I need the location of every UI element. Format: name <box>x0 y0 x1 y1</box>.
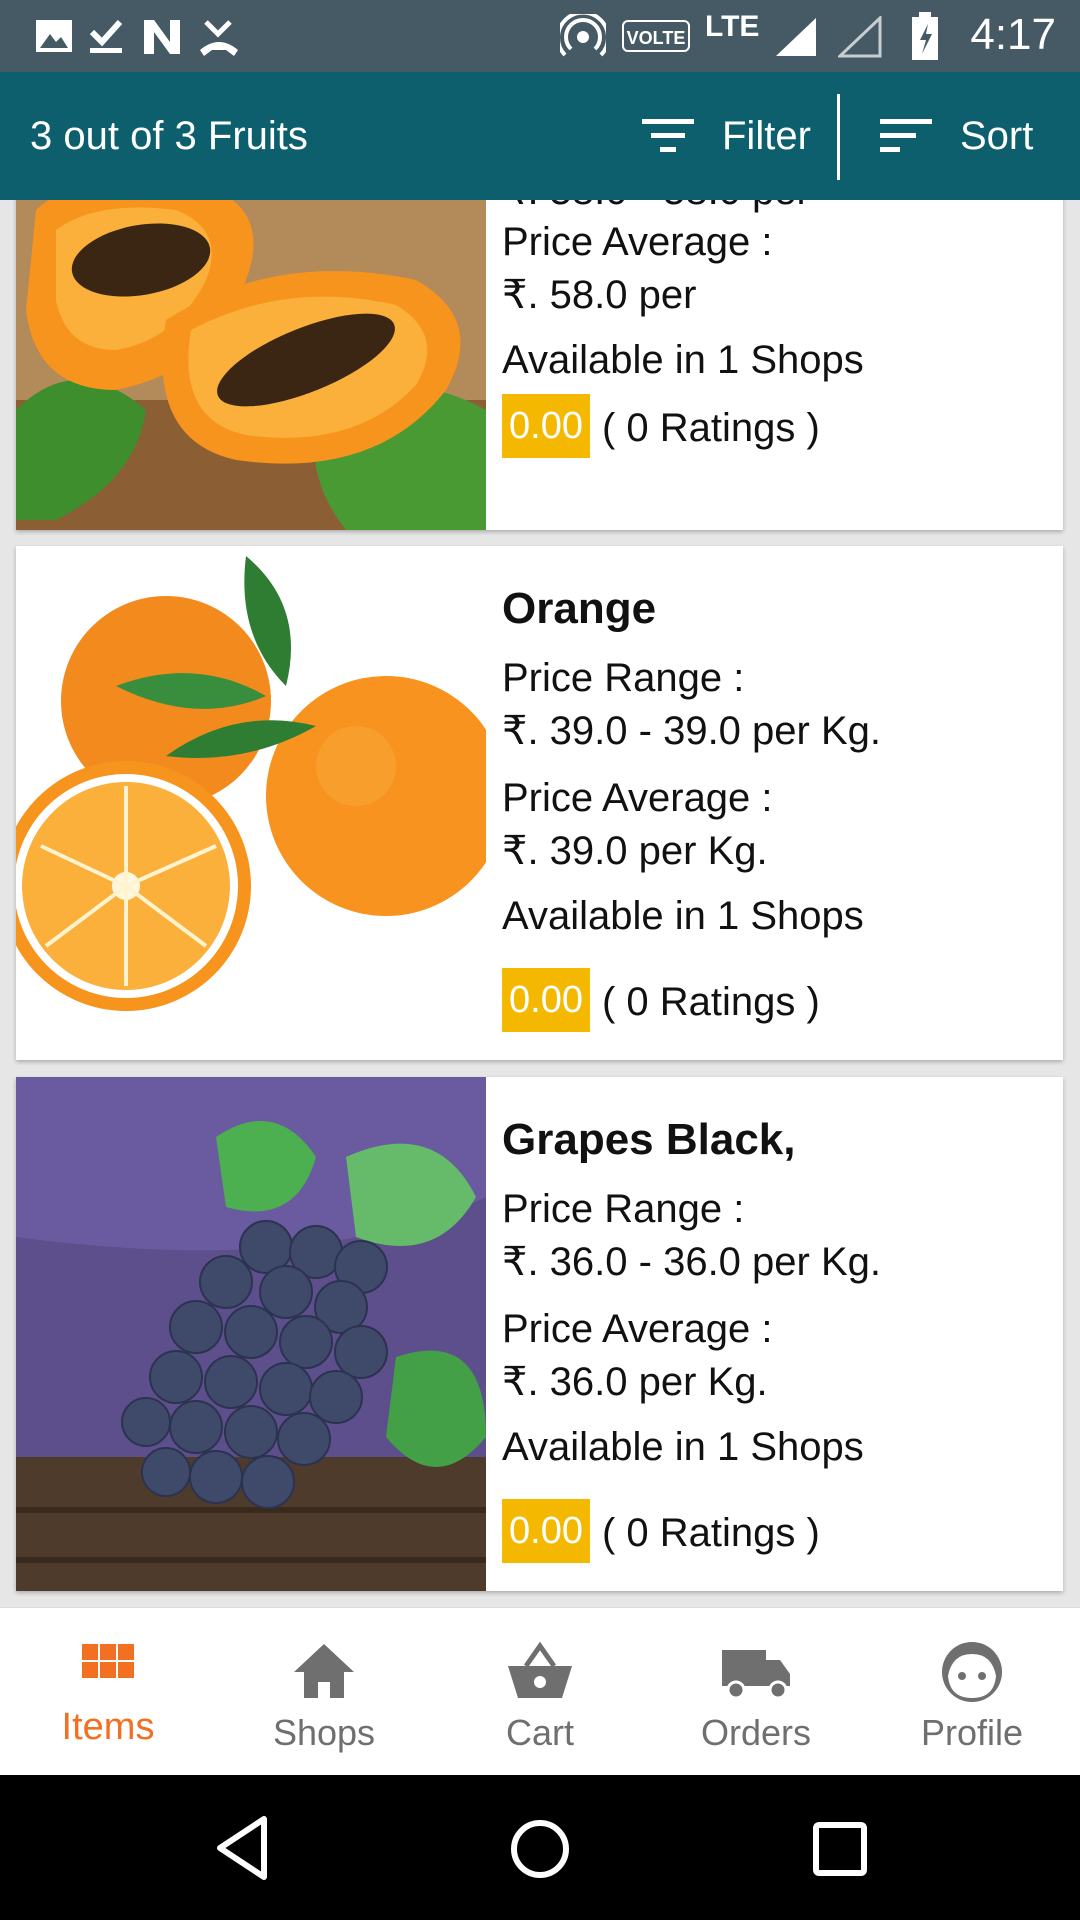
ratings-count: ( 0 Ratings ) <box>602 980 820 1024</box>
n-notification-icon <box>144 20 180 54</box>
rating-badge: 0.00 <box>502 1499 590 1563</box>
page-title: 3 out of 3 Fruits <box>30 114 308 158</box>
clock: 4:17 <box>970 10 1056 59</box>
image-icon <box>36 20 72 52</box>
availability-text: Available in 1 Shops <box>502 894 864 938</box>
price-average-value: ₹. 36.0 per Kg. <box>502 1360 768 1404</box>
grapes-image <box>16 1077 486 1591</box>
price-average-label: Price Average : <box>502 220 773 264</box>
status-bar: VOLTE LTE 4:17 <box>0 0 1080 72</box>
item-card-orange[interactable]: Orange Price Range : ₹. 39.0 - 39.0 per … <box>16 546 1063 1060</box>
item-list[interactable]: ₹. 58.0 - 58.0 per Price Average : ₹. 58… <box>0 200 1080 1605</box>
sort-label: Sort <box>960 113 1034 158</box>
papaya-image <box>16 200 486 530</box>
nav-label-items: Items <box>61 1706 155 1748</box>
back-icon[interactable] <box>212 1813 272 1883</box>
network-label: LTE <box>705 10 760 43</box>
signal-empty-icon <box>838 16 882 58</box>
ratings-count: ( 0 Ratings ) <box>602 406 820 450</box>
availability-text: Available in 1 Shops <box>502 1425 864 1469</box>
orange-image <box>16 546 486 1060</box>
face-icon <box>942 1642 1002 1702</box>
nav-label-cart: Cart <box>505 1712 574 1753</box>
price-range-value: ₹. 39.0 - 39.0 per Kg. <box>502 709 882 753</box>
item-card-papaya[interactable]: ₹. 58.0 - 58.0 per Price Average : ₹. 58… <box>16 200 1063 530</box>
nav-profile[interactable]: Profile <box>864 1608 1080 1776</box>
bottom-navigation: Items Shops Cart Orders Profile <box>0 1607 1080 1776</box>
download-done-icon <box>89 19 123 53</box>
ratings-count: ( 0 Ratings ) <box>602 1511 820 1555</box>
nav-cart[interactable]: Cart <box>432 1608 648 1776</box>
truck-icon <box>722 1650 790 1700</box>
price-average-value: ₹. 39.0 per Kg. <box>502 829 768 873</box>
home-icon <box>294 1644 354 1698</box>
filter-icon <box>642 119 694 152</box>
rating-badge: 0.00 <box>502 394 590 458</box>
sort-button[interactable]: Sort <box>878 102 1033 170</box>
signal-icon <box>776 18 816 56</box>
price-average-value: ₹. 58.0 per <box>502 273 697 317</box>
rating-badge: 0.00 <box>502 968 590 1032</box>
filter-label: Filter <box>722 113 811 158</box>
volte-badge: VOLTE <box>622 20 690 52</box>
nav-label-orders: Orders <box>700 1712 812 1753</box>
item-name: Grapes Black, <box>502 1115 796 1164</box>
item-card-grapes[interactable]: Grapes Black, Price Range : ₹. 36.0 - 36… <box>16 1077 1063 1591</box>
nav-shops[interactable]: Shops <box>216 1608 432 1776</box>
item-name: Orange <box>502 584 657 633</box>
nav-items[interactable]: Items <box>0 1608 216 1776</box>
nav-orders[interactable]: Orders <box>648 1608 864 1776</box>
price-average-label: Price Average : <box>502 776 773 820</box>
basket-icon <box>508 1641 572 1698</box>
nav-label-shops: Shops <box>272 1712 376 1753</box>
nav-label-profile: Profile <box>920 1712 1024 1753</box>
price-range-value: ₹. 36.0 - 36.0 per Kg. <box>502 1240 882 1284</box>
recents-icon[interactable] <box>812 1819 868 1879</box>
price-range-label: Price Range : <box>502 656 745 700</box>
battery-icon <box>912 12 938 60</box>
hotspot-icon <box>560 14 606 57</box>
app-bar: 3 out of 3 Fruits Filter Sort <box>0 72 1080 200</box>
availability-text: Available in 1 Shops <box>502 338 864 382</box>
home-button-icon[interactable] <box>508 1817 572 1881</box>
price-range-label: Price Range : <box>502 1187 745 1231</box>
missed-call-icon <box>200 20 238 56</box>
system-nav-bar <box>0 1775 1080 1920</box>
sort-icon <box>880 119 932 152</box>
price-range-value: ₹. 58.0 - 58.0 per <box>502 200 810 214</box>
filter-button[interactable]: Filter <box>640 102 811 170</box>
price-average-label: Price Average : <box>502 1307 773 1351</box>
grid-icon <box>82 1644 134 1678</box>
appbar-divider <box>837 94 840 180</box>
